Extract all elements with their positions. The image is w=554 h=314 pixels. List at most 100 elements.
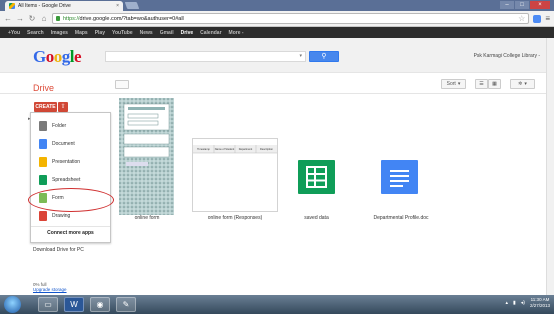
document-icon xyxy=(381,160,418,194)
tray-arrow-icon[interactable]: ▴ xyxy=(506,300,509,306)
toolbar-divider xyxy=(0,93,554,94)
gbar-item-play[interactable]: Play xyxy=(95,30,105,36)
connect-more-apps[interactable]: Connect more apps xyxy=(31,226,110,238)
file-name: saved data xyxy=(304,215,329,221)
tab-title: All Items - Google Drive xyxy=(18,3,71,9)
drive-page: Google ▾ ⚲ Psk Karmagi College Library -… xyxy=(0,38,554,295)
clock[interactable]: 11:30 AM 2/27/2013 xyxy=(530,297,550,309)
minimize-button[interactable]: – xyxy=(500,1,514,9)
select-all-checkbox[interactable] xyxy=(115,80,129,89)
close-window-button[interactable]: × xyxy=(530,1,550,9)
back-icon[interactable]: ← xyxy=(4,14,12,24)
form-thumbnail xyxy=(119,98,174,215)
create-menu-item-label: Document xyxy=(52,140,75,147)
sort-button[interactable]: Sort ▾ xyxy=(441,79,466,89)
home-icon[interactable]: ⌂ xyxy=(40,14,48,24)
gbar-item-more[interactable]: More - xyxy=(229,30,244,36)
response-header-text: Timestamp xyxy=(197,147,210,151)
gbar-item-maps[interactable]: Maps xyxy=(75,30,88,36)
explorer-icon[interactable]: ▭ xyxy=(38,297,58,312)
response-header-text: Department xyxy=(239,147,253,151)
create-button[interactable]: CREATE xyxy=(34,102,57,112)
maximize-button[interactable]: □ xyxy=(515,1,529,9)
spreadsheet-icon xyxy=(39,174,47,185)
account-name[interactable]: Psk Karmagi College Library - xyxy=(474,53,540,59)
reload-icon[interactable]: ↻ xyxy=(28,14,36,24)
create-menu-item-label: Presentation xyxy=(52,158,81,165)
annotation-circle xyxy=(28,188,114,212)
spreadsheet-icon xyxy=(298,160,335,194)
gear-icon: ✲ xyxy=(518,81,523,87)
grid-view-button[interactable]: ▦ xyxy=(488,79,501,89)
browser-tabstrip: All Items - Google Drive × – □ × xyxy=(0,0,554,11)
page-scrollbar[interactable] xyxy=(546,38,554,295)
chrome-icon[interactable]: ◉ xyxy=(90,297,110,312)
bookmark-star-icon[interactable]: ☆ xyxy=(518,14,525,23)
download-drive-link[interactable]: Download Drive for PC xyxy=(33,247,84,253)
create-menu-item-presentation[interactable]: Presentation xyxy=(31,153,110,170)
system-tray: ▴ ▮ ◂) 11:30 AM 2/27/2013 xyxy=(506,297,551,309)
gbar-item-news[interactable]: News xyxy=(140,30,153,36)
create-menu: Folder Document Presentation Spreadsheet For… xyxy=(30,112,111,243)
drive-header: Google ▾ ⚲ Psk Karmagi College Library - xyxy=(0,38,554,73)
create-controls: CREATE ⇧ xyxy=(34,102,68,112)
response-header-text: Description xyxy=(260,147,274,151)
url-text: https://drive.google.com/?tab=wo&authuse… xyxy=(63,15,184,22)
create-menu-item-label: Drawing xyxy=(52,212,71,219)
chrome-menu-icon[interactable]: ≡ xyxy=(545,14,550,23)
search-options-dropdown-icon[interactable]: ▾ xyxy=(299,53,302,59)
document-icon xyxy=(39,138,47,149)
file-name: Departmental Profile.doc xyxy=(373,215,429,221)
google-bar: +You Search Images Maps Play YouTube News Gmail… xyxy=(0,27,554,38)
chevron-down-icon: ▾ xyxy=(457,81,461,87)
chevron-down-icon: ▾ xyxy=(524,81,527,87)
grid-view-icon: ▦ xyxy=(492,81,497,87)
gbar-item-search[interactable]: Search xyxy=(27,30,44,36)
presentation-icon xyxy=(39,156,47,167)
create-menu-item-folder[interactable]: Folder xyxy=(31,117,110,134)
windows-taskbar: ▭ W ◉ ✎ ▴ ▮ ◂) 11:30 AM 2/27/2013 xyxy=(0,295,554,314)
search-icon: ⚲ xyxy=(321,53,327,60)
upgrade-storage-link[interactable]: Upgrade storage xyxy=(33,287,67,292)
new-tab-button[interactable] xyxy=(124,2,140,9)
window-controls: – □ × xyxy=(500,1,550,9)
gbar-item-you[interactable]: +You xyxy=(8,30,20,36)
drawing-icon xyxy=(39,210,47,221)
settings-button[interactable]: ✲ ▾ xyxy=(510,79,535,89)
upload-icon: ⇧ xyxy=(60,104,66,110)
response-header-text: Name of Student xyxy=(215,147,235,151)
gbar-item-youtube[interactable]: YouTube xyxy=(112,30,133,36)
page-title[interactable]: Drive xyxy=(33,83,54,93)
gbar-item-gmail[interactable]: Gmail xyxy=(160,30,174,36)
gbar-item-calendar[interactable]: Calendar xyxy=(200,30,221,36)
create-menu-item-label: Folder xyxy=(52,122,67,129)
gbar-item-images[interactable]: Images xyxy=(51,30,68,36)
storage-usage: 0% full Upgrade storage xyxy=(33,282,67,292)
word-icon[interactable]: W xyxy=(64,297,84,312)
create-menu-item-document[interactable]: Document xyxy=(31,135,110,152)
gbar-item-drive[interactable]: Drive xyxy=(181,30,194,36)
lock-icon xyxy=(56,16,60,21)
upload-button[interactable]: ⇧ xyxy=(58,102,68,112)
speaker-icon[interactable]: ◂) xyxy=(521,300,525,306)
browser-tab[interactable]: All Items - Google Drive × xyxy=(5,1,123,11)
extension-icon[interactable] xyxy=(533,14,542,23)
search-button[interactable]: ⚲ xyxy=(309,51,339,62)
search-input[interactable]: ▾ xyxy=(105,51,306,62)
create-menu-item-spreadsheet[interactable]: Spreadsheet xyxy=(31,171,110,188)
paint-icon[interactable]: ✎ xyxy=(116,297,136,312)
drive-favicon-icon xyxy=(9,3,15,9)
create-menu-item-label: Spreadsheet xyxy=(52,176,81,183)
file-name: online form xyxy=(134,215,160,221)
forward-icon[interactable]: → xyxy=(16,14,24,24)
url-bar[interactable]: https://drive.google.com/?tab=wo&authuse… xyxy=(52,13,530,24)
google-logo[interactable]: Google xyxy=(33,47,82,67)
list-view-button[interactable]: ☰ xyxy=(475,79,488,89)
file-name: online form (Responses) xyxy=(207,215,263,221)
tab-close-icon[interactable]: × xyxy=(116,3,119,9)
folder-icon xyxy=(39,120,47,131)
address-toolbar: ← → ↻ ⌂ https://drive.google.com/?tab=wo… xyxy=(0,11,554,27)
network-icon[interactable]: ▮ xyxy=(513,300,516,306)
list-view-icon: ☰ xyxy=(479,81,484,87)
start-button[interactable] xyxy=(4,296,21,313)
